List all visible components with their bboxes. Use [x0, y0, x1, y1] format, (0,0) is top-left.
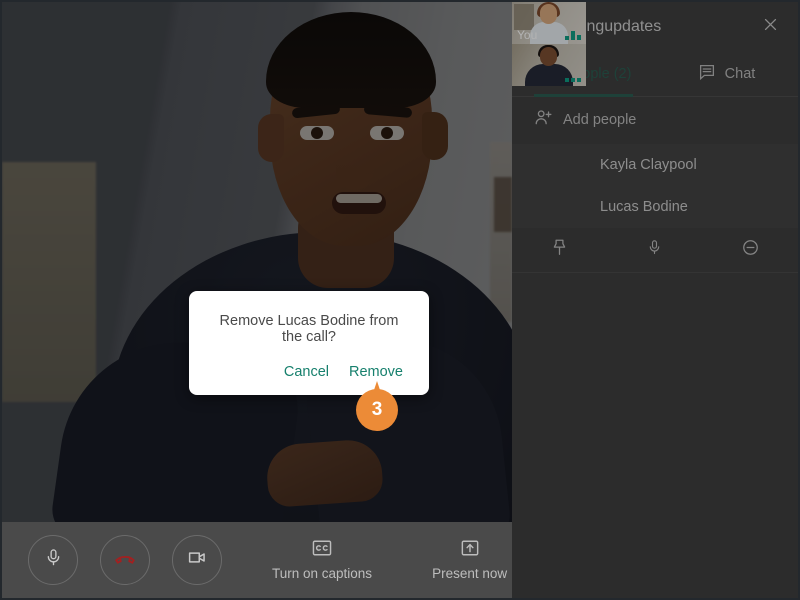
meeting-controls-bar: Turn on captions Present now [2, 522, 512, 598]
dialog-actions: Cancel Remove [189, 345, 429, 380]
remove-person-icon [741, 238, 760, 262]
remove-participant-dialog: Remove Lucas Bodine from the call? Cance… [189, 291, 429, 395]
confirm-remove-button[interactable]: Remove [349, 364, 403, 380]
remove-person-button[interactable] [703, 238, 798, 262]
pin-person-button[interactable] [512, 238, 607, 262]
thumbnail-person-head [540, 4, 557, 24]
present-screen-icon [459, 539, 481, 560]
meeting-details-panel: marketingupdates People (2) Chat Add peo… [512, 2, 798, 598]
present-now-button[interactable]: Present now [432, 539, 507, 581]
participant-thumbnail-self[interactable]: You [512, 2, 586, 44]
participants-list: You Kayla Claypool Lucas Bodine [512, 2, 798, 273]
add-people-label: Add people [563, 111, 637, 128]
thumbnail-person-head [540, 47, 557, 66]
thumbnail-background-shelf [514, 4, 534, 30]
add-people-button[interactable]: Add people [512, 97, 798, 142]
main-speaker-video[interactable] [2, 2, 512, 522]
pin-icon [551, 238, 568, 262]
turn-on-captions-label: Turn on captions [272, 566, 373, 581]
close-icon [762, 16, 779, 38]
self-label: You [517, 28, 538, 42]
modal-scrim-stage [2, 2, 512, 522]
present-now-label: Present now [432, 566, 508, 581]
mute-person-button[interactable] [607, 238, 702, 262]
participant-row-kayla[interactable]: Kayla Claypool [512, 144, 798, 186]
add-person-icon [534, 109, 553, 130]
toggle-microphone-button[interactable] [28, 535, 78, 585]
audio-level-indicator [565, 78, 581, 82]
turn-on-captions-button[interactable]: Turn on captions [272, 539, 372, 581]
thumbnail-person-body [525, 64, 573, 86]
participant-name: Kayla Claypool [600, 157, 697, 173]
participant-name: Lucas Bodine [600, 199, 688, 215]
step-marker-number: 3 [371, 399, 383, 420]
tab-chat[interactable]: Chat [655, 52, 798, 96]
audio-level-indicator [565, 31, 581, 40]
close-panel-button[interactable] [756, 13, 784, 41]
chat-bubble-icon [698, 63, 716, 85]
step-marker-3: 3 [356, 381, 398, 431]
microphone-icon [44, 548, 63, 572]
video-camera-icon [187, 547, 208, 573]
cancel-button[interactable]: Cancel [284, 364, 329, 380]
participant-thumbnails: You [512, 2, 586, 86]
closed-captions-icon [311, 539, 333, 560]
hangup-phone-icon [114, 547, 136, 574]
toggle-camera-button[interactable] [172, 535, 222, 585]
tab-chat-label: Chat [724, 66, 756, 82]
google-meet-window: Turn on captions Present now marketingup… [0, 0, 800, 600]
participant-thumbnail-lucas[interactable] [512, 44, 586, 86]
participant-actions-row [512, 228, 798, 273]
participant-row-lucas[interactable]: Lucas Bodine [512, 186, 798, 228]
microphone-icon [646, 238, 663, 262]
end-call-button[interactable] [100, 535, 150, 585]
dialog-message: Remove Lucas Bodine from the call? [219, 313, 399, 345]
